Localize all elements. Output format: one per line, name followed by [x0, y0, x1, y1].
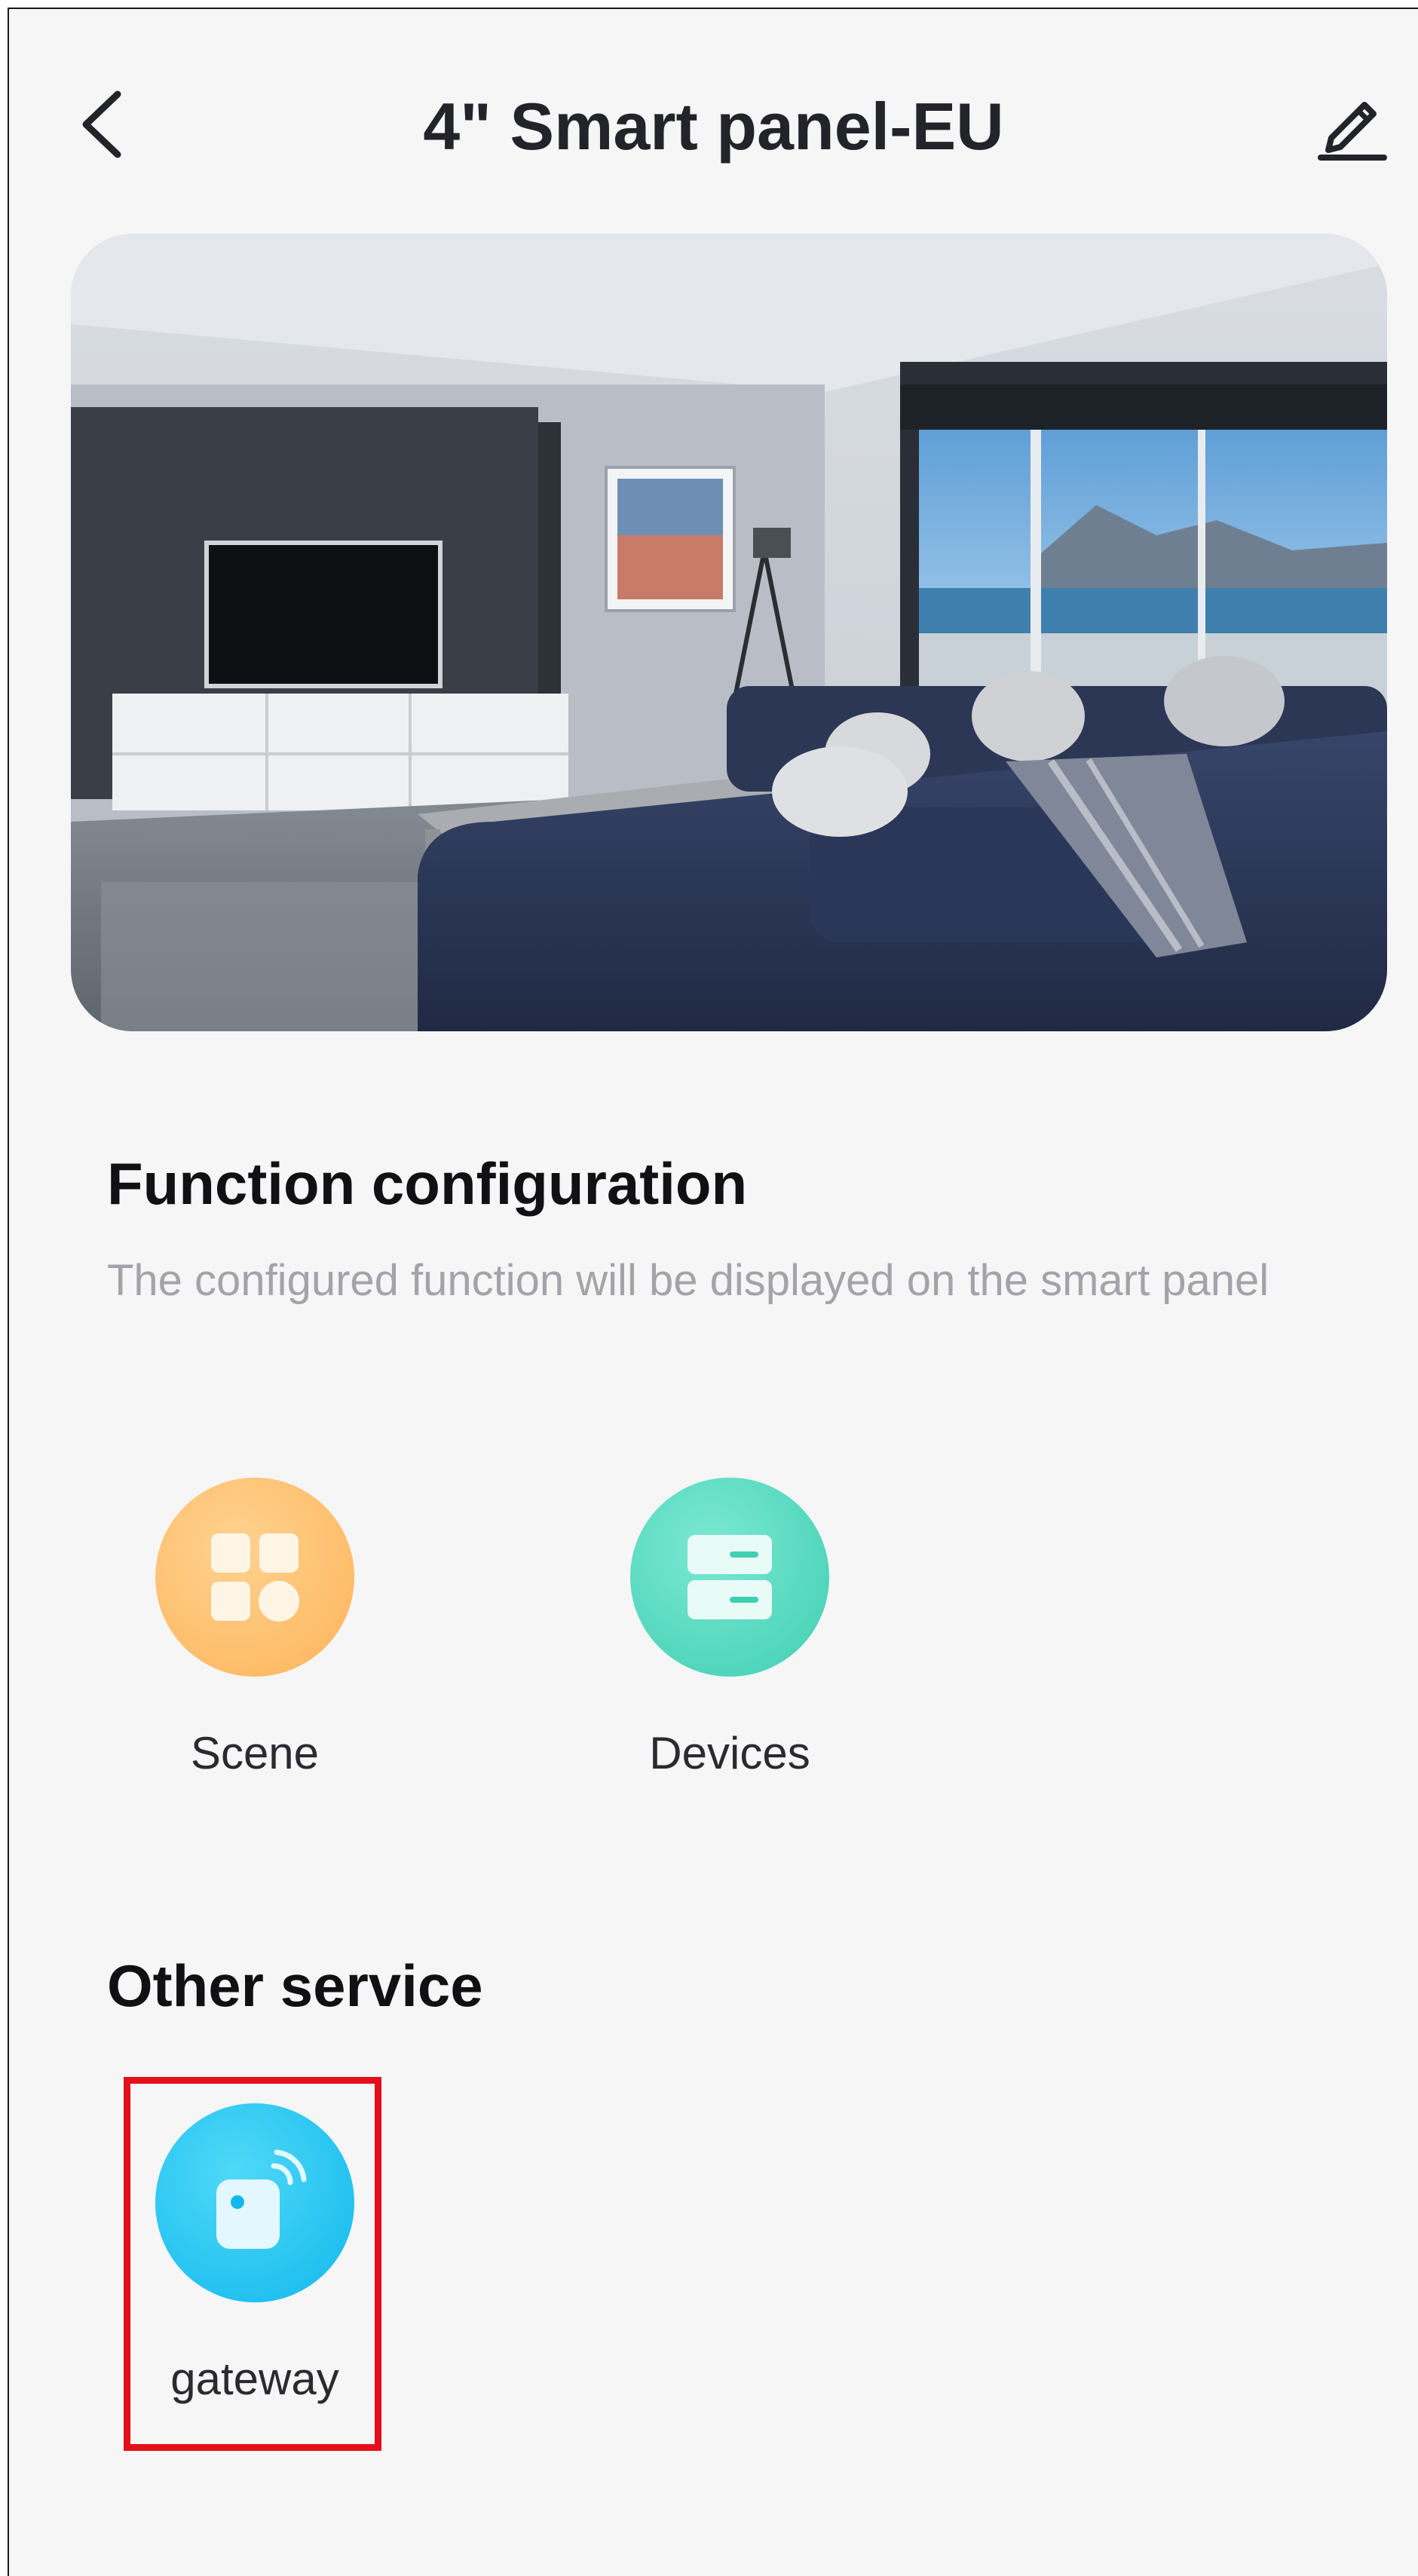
- scene-grid-icon: [211, 1533, 299, 1622]
- hero-image: [71, 234, 1387, 1031]
- function-configuration-description: The configured function will be displaye…: [107, 1256, 1269, 1305]
- edit-pencil-icon: [1318, 102, 1387, 161]
- devices-icon: [688, 1535, 772, 1619]
- function-configuration-title: Function configuration: [107, 1150, 748, 1217]
- other-service-title: Other service: [107, 1953, 483, 2019]
- devices-label: Devices: [649, 1728, 810, 1778]
- scene-button[interactable]: Scene: [134, 1478, 375, 1784]
- highlight-annotation-box: [124, 2077, 381, 2451]
- edit-button[interactable]: [1307, 75, 1398, 173]
- app-screen: 4" Smart panel-EU Function configuration…: [8, 8, 1418, 2576]
- devices-button[interactable]: Devices: [609, 1478, 850, 1784]
- page-title: 4" Smart panel-EU: [423, 89, 1004, 164]
- devices-icon-circle: [630, 1478, 829, 1677]
- scene-icon-circle: [155, 1478, 354, 1677]
- scene-label: Scene: [190, 1728, 320, 1778]
